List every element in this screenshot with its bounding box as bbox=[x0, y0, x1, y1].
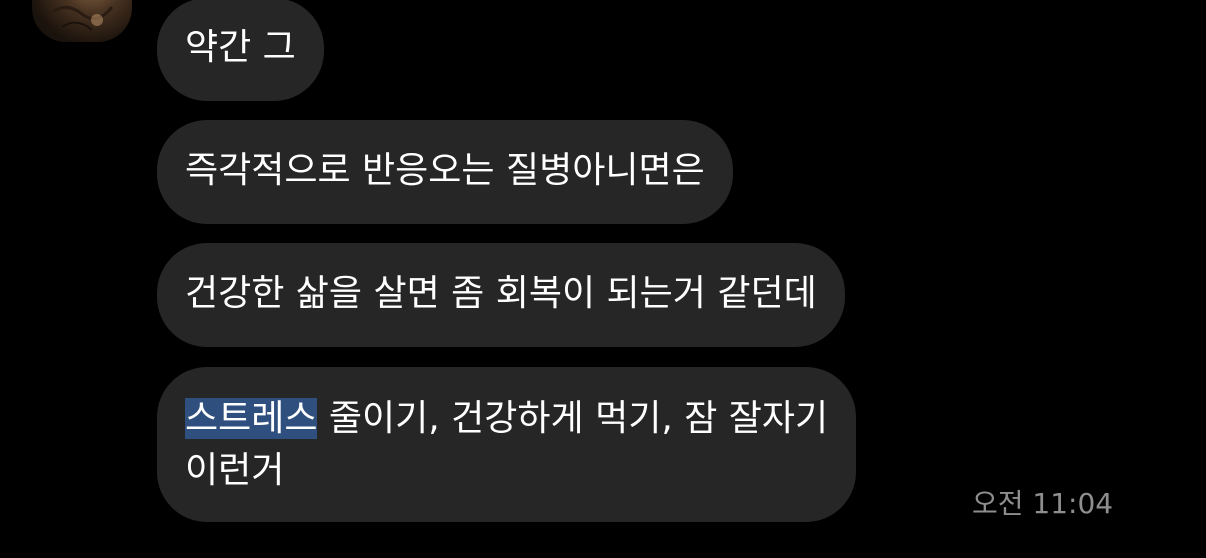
avatar-image-icon bbox=[51, 6, 114, 31]
message-text-line-2: 이런거 bbox=[185, 450, 285, 491]
message-bubble[interactable]: 즉각적으로 반응오는 질병아니면은 bbox=[157, 120, 733, 224]
message-text-rest: 줄이기, 건강하게 먹기, 잠 잘자기 bbox=[317, 398, 829, 439]
message-text-line-1: 스트레스 줄이기, 건강하게 먹기, 잠 잘자기 bbox=[185, 393, 828, 445]
message-bubble[interactable]: 건강한 삶을 살면 좀 회복이 되는거 같던데 bbox=[157, 243, 845, 347]
message-timestamp: 오전 11:04 bbox=[972, 487, 1114, 520]
message-text: 즉각적으로 반응오는 질병아니면은 bbox=[185, 150, 705, 191]
message-bubble[interactable]: 약간 그 bbox=[157, 0, 324, 101]
message-text: 건강한 삶을 살면 좀 회복이 되는거 같던데 bbox=[185, 273, 817, 314]
sender-avatar[interactable] bbox=[32, 0, 132, 42]
message-bubble[interactable]: 스트레스 줄이기, 건강하게 먹기, 잠 잘자기 이런거 bbox=[157, 367, 857, 522]
message-text: 약간 그 bbox=[185, 27, 296, 68]
selected-text[interactable]: 스트레스 bbox=[185, 398, 318, 439]
